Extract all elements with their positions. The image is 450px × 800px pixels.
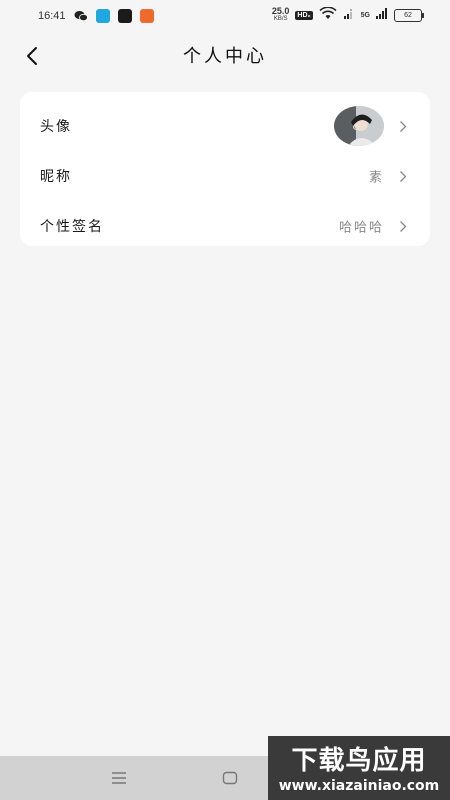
home-button[interactable]: [220, 768, 240, 788]
battery-icon: 62: [394, 8, 424, 22]
header: 个人中心: [0, 36, 450, 76]
battery-level: 62: [404, 11, 412, 19]
wifi-icon: [319, 6, 337, 23]
signature-row[interactable]: 个性签名 哈哈哈: [20, 202, 430, 250]
status-right: 25.0 KB/S HD₂ x 5G 62: [272, 6, 424, 23]
svg-text:x: x: [350, 8, 352, 12]
menu-button[interactable]: [109, 768, 129, 788]
watermark: 下载鸟应用 www.xiazainiao.com: [268, 736, 450, 800]
avatar-row[interactable]: 头像: [20, 102, 430, 150]
network-speed-unit: KB/S: [273, 16, 288, 22]
menu-icon: [112, 772, 126, 784]
watermark-title: 下载鸟应用: [291, 746, 427, 776]
nickname-row[interactable]: 昵称 素: [20, 152, 430, 200]
status-time: 16:41: [38, 10, 66, 22]
wechat-icon: [74, 9, 88, 23]
avatar-label: 头像: [40, 119, 72, 135]
avatar: [334, 106, 384, 146]
chevron-right-icon: [398, 219, 408, 233]
browser-app-icon: [95, 9, 110, 23]
status-left: 16:41: [38, 9, 154, 23]
home-icon: [222, 771, 238, 785]
network-speed-value: 25.0: [271, 6, 290, 16]
chevron-right-icon: [398, 169, 408, 183]
signature-label: 个性签名: [40, 219, 104, 235]
signal-icon-2: [376, 7, 388, 23]
signature-value: 哈哈哈: [338, 220, 384, 236]
signal-icon-1: x: [343, 7, 355, 23]
nickname-label: 昵称: [40, 169, 72, 185]
hd-badge: HD₂: [295, 10, 313, 20]
signal-type: 5G: [360, 11, 370, 19]
nickname-value: 素: [368, 170, 384, 186]
profile-card: 头像 昵称 素 个性签名 哈哈哈: [20, 92, 430, 246]
status-bar: 16:41 25.0 KB/S HD₂ x 5G 62: [0, 0, 450, 32]
page-title: 个人中心: [183, 46, 267, 67]
network-speed: 25.0 KB/S: [272, 7, 290, 23]
watermark-url: www.xiazainiao.com: [278, 778, 440, 794]
news-app-icon: [117, 9, 132, 23]
shopping-app-icon: [139, 9, 154, 23]
chevron-right-icon: [398, 119, 408, 133]
